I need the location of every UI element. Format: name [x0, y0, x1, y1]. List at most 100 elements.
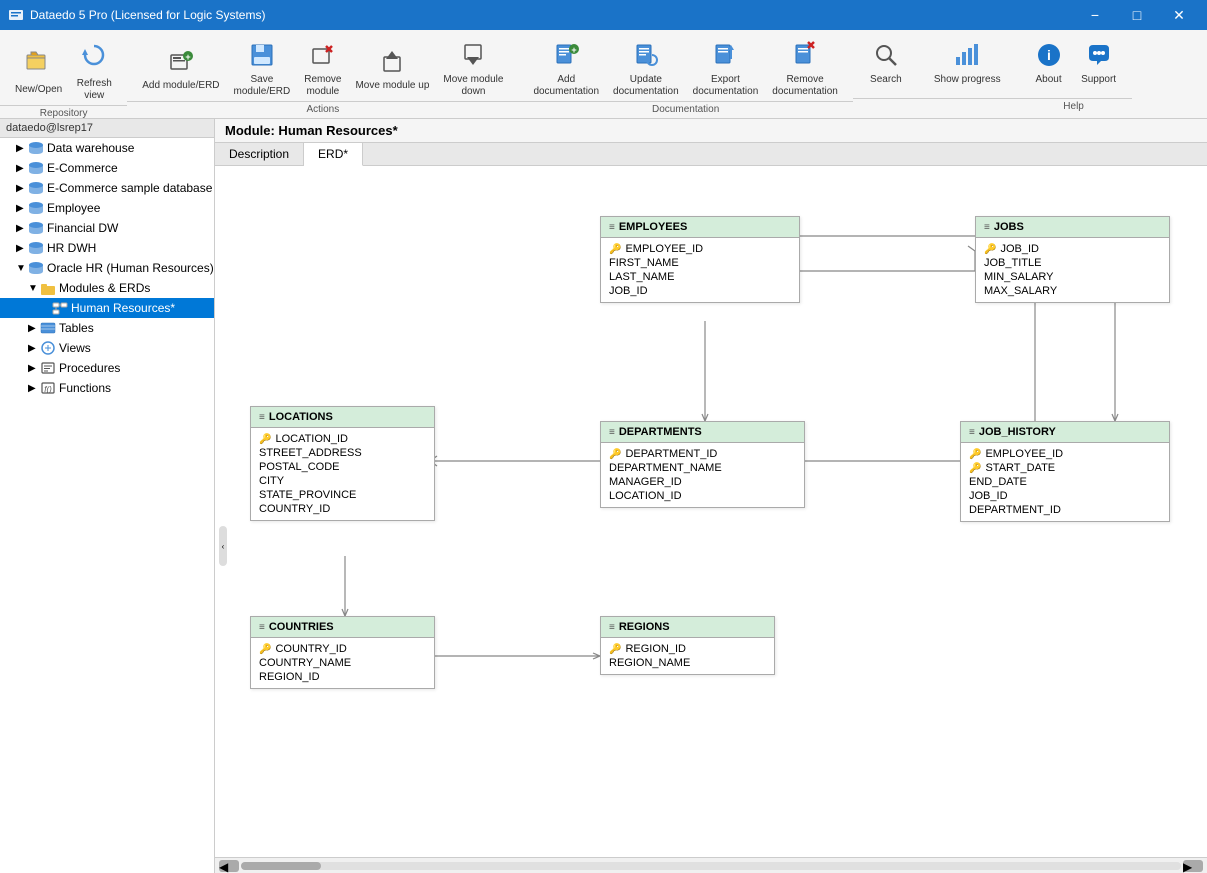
sidebar-item-modules-erds[interactable]: ▼ Modules & ERDs [0, 278, 214, 298]
views-label: Views [59, 341, 91, 355]
move-down-button[interactable]: Move moduledown [436, 38, 510, 101]
oracle-hr-label: Oracle HR (Human Resources) [47, 261, 214, 275]
sidebar-connection: dataedo@lsrep17 [0, 119, 214, 138]
export-doc-button[interactable]: Exportdocumentation [686, 38, 766, 101]
remove-doc-icon [791, 41, 819, 72]
erd-canvas[interactable]: ≡ EMPLOYEES 🔑EMPLOYEE_ID FIRST_NAME LAST… [215, 166, 1207, 857]
erd-table-countries[interactable]: ≡ COUNTRIES 🔑COUNTRY_ID COUNTRY_NAME REG… [250, 616, 435, 689]
sidebar-item-procedures[interactable]: ▶ Procedures [0, 358, 214, 378]
field-max-salary: MAX_SALARY [976, 284, 1169, 298]
field-dept-id: 🔑DEPARTMENT_ID [601, 447, 804, 461]
toolbar-group-actions-inner: + Add module/ERD Savemodule/ERD [127, 38, 518, 101]
remove-module-button[interactable]: Removemodule [297, 38, 348, 101]
field-street: STREET_ADDRESS [251, 446, 434, 460]
move-down-icon [459, 41, 487, 72]
move-up-button[interactable]: Move module up [348, 44, 436, 95]
field-location-id: LOCATION_ID [601, 489, 804, 503]
add-doc-button[interactable]: + Adddocumentation [526, 38, 606, 101]
scroll-right-btn[interactable]: ▶ [1183, 860, 1203, 872]
main-area: dataedo@lsrep17 ▶ Data warehouse ▶ E-Com… [0, 119, 1207, 873]
sidebar-item-functions[interactable]: ▶ f() Functions [0, 378, 214, 398]
content-area: Module: Human Resources* Description ERD… [215, 119, 1207, 873]
refresh-button[interactable]: Refreshview [69, 38, 119, 105]
erd-diagram: ≡ EMPLOYEES 🔑EMPLOYEE_ID FIRST_NAME LAST… [215, 166, 1207, 857]
sidebar-item-views[interactable]: ▶ Views [0, 338, 214, 358]
documentation-label: Documentation [518, 101, 852, 117]
new-open-button[interactable]: New/Open [8, 44, 69, 99]
db-icon [28, 240, 44, 256]
support-button[interactable]: Support [1074, 38, 1124, 89]
field-loc-id: 🔑LOCATION_ID [251, 432, 434, 446]
job-history-body: 🔑EMPLOYEE_ID 🔑START_DATE END_DATE JOB_ID… [961, 443, 1169, 521]
sidebar-item-oracle-hr[interactable]: ▼ Oracle HR (Human Resources) [0, 258, 214, 278]
erd-table-locations[interactable]: ≡ LOCATIONS 🔑LOCATION_ID STREET_ADDRESS … [250, 406, 435, 521]
export-doc-icon [711, 41, 739, 72]
tab-description[interactable]: Description [215, 143, 304, 165]
locations-header: ≡ LOCATIONS [251, 407, 434, 428]
horizontal-scrollbar-track[interactable] [241, 862, 1181, 870]
refresh-label: Refreshview [77, 78, 112, 102]
scroll-left-btn[interactable]: ◀ [219, 860, 239, 872]
erd-table-jobs[interactable]: ≡ JOBS 🔑JOB_ID JOB_TITLE MIN_SALARY MAX_… [975, 216, 1170, 303]
field-city: CITY [251, 474, 434, 488]
documentation-buttons: + Adddocumentation [518, 34, 852, 101]
show-progress-label: Show progress [934, 74, 1001, 86]
sidebar-item-financial[interactable]: ▶ Financial DW [0, 218, 214, 238]
bottom-scrollbar[interactable]: ◀ ▶ [215, 857, 1207, 873]
svg-text:+: + [572, 45, 577, 55]
employees-title: EMPLOYEES [619, 221, 687, 233]
jobs-title: JOBS [994, 221, 1024, 233]
field-region-id: 🔑REGION_ID [601, 642, 774, 656]
about-button[interactable]: i About [1024, 38, 1074, 89]
horizontal-scrollbar-thumb[interactable] [241, 862, 321, 870]
erd-table-departments[interactable]: ≡ DEPARTMENTS 🔑DEPARTMENT_ID DEPARTMENT_… [600, 421, 805, 508]
export-doc-label: Exportdocumentation [693, 74, 759, 98]
sidebar-item-data-warehouse[interactable]: ▶ Data warehouse [0, 138, 214, 158]
sidebar-item-tables[interactable]: ▶ Tables [0, 318, 214, 338]
sidebar-item-employee[interactable]: ▶ Employee [0, 198, 214, 218]
modules-erds-label: Modules & ERDs [59, 281, 150, 295]
update-doc-button[interactable]: Updatedocumentation [606, 38, 686, 101]
update-doc-icon [632, 41, 660, 72]
move-up-label: Move module up [355, 80, 429, 92]
collapse-handle-left[interactable]: ‹ [219, 526, 227, 566]
sidebar-item-human-resources[interactable]: Human Resources* [0, 298, 214, 318]
search-button[interactable]: Search [861, 38, 911, 89]
erd-table-job-history[interactable]: ≡ JOB_HISTORY 🔑EMPLOYEE_ID 🔑START_DATE E… [960, 421, 1170, 522]
erd-table-regions[interactable]: ≡ REGIONS 🔑REGION_ID REGION_NAME [600, 616, 775, 675]
about-icon: i [1035, 41, 1063, 72]
erd-table-employees[interactable]: ≡ EMPLOYEES 🔑EMPLOYEE_ID FIRST_NAME LAST… [600, 216, 800, 303]
db-icon [28, 140, 44, 156]
sidebar-item-ecommerce[interactable]: ▶ E-Commerce [0, 158, 214, 178]
toolbar-group-doc-inner: + Adddocumentation [518, 38, 852, 101]
countries-header: ≡ COUNTRIES [251, 617, 434, 638]
close-button[interactable]: ✕ [1159, 0, 1199, 30]
expand-arrow: ▶ [28, 343, 40, 354]
field-first-name: FIRST_NAME [601, 256, 799, 270]
maximize-button[interactable]: □ [1117, 0, 1157, 30]
progress-section-label [919, 98, 1016, 114]
refresh-icon [80, 41, 108, 76]
save-module-label: Savemodule/ERD [234, 74, 291, 98]
tables-label: Tables [59, 321, 94, 335]
tab-erd[interactable]: ERD* [304, 143, 363, 166]
sidebar-item-ecommerce-sample[interactable]: ▶ E-Commerce sample database [0, 178, 214, 198]
sidebar-item-hr-dwh[interactable]: ▶ HR DWH [0, 238, 214, 258]
help-buttons: i About Support [1016, 34, 1132, 98]
toolbar-group-actions: + Add module/ERD Savemodule/ERD [127, 34, 518, 114]
table-symbol: ≡ [609, 222, 615, 233]
add-doc-label: Adddocumentation [533, 74, 599, 98]
expand-arrow: ▼ [16, 263, 28, 274]
locations-title: LOCATIONS [269, 411, 333, 423]
expand-arrow: ▶ [16, 223, 28, 234]
save-module-button[interactable]: Savemodule/ERD [227, 38, 298, 101]
add-module-icon: + [167, 47, 195, 78]
remove-doc-button[interactable]: Removedocumentation [765, 38, 845, 101]
views-icon [40, 340, 56, 356]
toolbar-group-progress-inner: Show progress [919, 38, 1016, 89]
new-open-label: New/Open [15, 84, 62, 96]
minimize-button[interactable]: − [1075, 0, 1115, 30]
add-module-button[interactable]: + Add module/ERD [135, 44, 226, 95]
show-progress-button[interactable]: Show progress [927, 38, 1008, 89]
app-icon [8, 7, 24, 23]
